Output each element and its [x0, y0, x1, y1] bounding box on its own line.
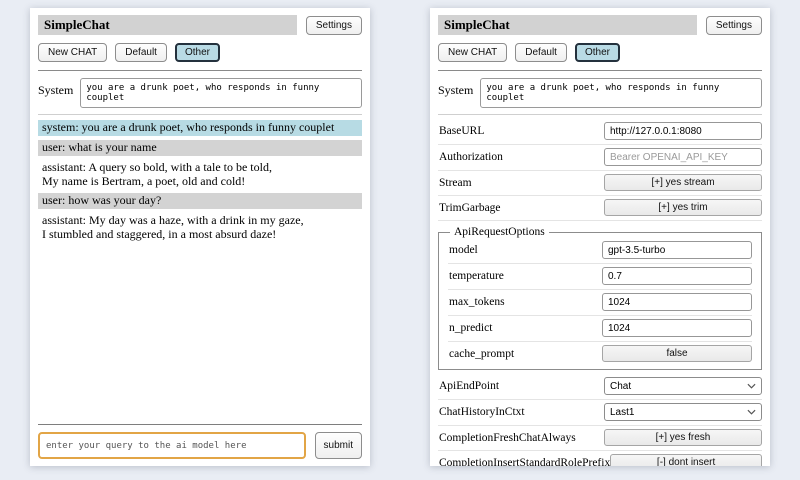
session-default-button[interactable]: Default	[115, 43, 167, 62]
session-row: New CHAT Default Other	[38, 43, 362, 62]
chat-panel: SimpleChat Settings New CHAT Default Oth…	[30, 8, 370, 466]
setting-row-stream: Stream [+] yes stream	[438, 171, 762, 196]
settings-list: BaseURL Authorization Stream [+] yes str…	[438, 119, 762, 466]
chat-message-assistant: assistant: A query so bold, with a tale …	[38, 160, 362, 190]
system-prompt-textarea[interactable]: you are a drunk poet, who responds in fu…	[480, 78, 762, 108]
chevron-down-icon	[747, 407, 756, 418]
submit-button[interactable]: submit	[315, 432, 362, 459]
setting-label: n_predict	[449, 322, 492, 334]
cache-prompt-toggle-button[interactable]: false	[602, 345, 752, 362]
model-input[interactable]	[602, 241, 752, 259]
n-predict-input[interactable]	[602, 319, 752, 337]
setting-row-model: model	[448, 238, 752, 264]
completion-fresh-toggle-button[interactable]: [+] yes fresh	[604, 429, 762, 446]
query-input[interactable]	[38, 432, 306, 459]
setting-label: cache_prompt	[449, 348, 514, 360]
system-prompt-row: System you are a drunk poet, who respond…	[438, 78, 762, 108]
fieldset-legend: ApiRequestOptions	[450, 226, 549, 238]
setting-row-completion-insert: CompletionInsertStandardRolePrefix [-] d…	[438, 451, 762, 466]
settings-button[interactable]: Settings	[706, 16, 762, 35]
settings-button[interactable]: Settings	[306, 16, 362, 35]
session-default-button[interactable]: Default	[515, 43, 567, 62]
chat-message-assistant: assistant: My day was a haze, with a dri…	[38, 213, 362, 243]
api-request-options-fieldset: ApiRequestOptions model temperature max_…	[438, 226, 762, 370]
session-other-button[interactable]: Other	[575, 43, 620, 62]
system-prompt-textarea[interactable]: you are a drunk poet, who responds in fu…	[80, 78, 362, 108]
chat-message-user: user: what is your name	[38, 140, 362, 156]
setting-row-baseurl: BaseURL	[438, 119, 762, 145]
setting-label: max_tokens	[449, 296, 505, 308]
query-bar: submit	[38, 424, 362, 459]
app-title: SimpleChat	[38, 15, 297, 35]
setting-row-temperature: temperature	[448, 264, 752, 290]
chat-messages: system: you are a drunk poet, who respon…	[38, 120, 362, 424]
baseurl-input[interactable]	[604, 122, 762, 140]
completion-insert-toggle-button[interactable]: [-] dont insert	[610, 454, 762, 466]
session-other-button[interactable]: Other	[175, 43, 220, 62]
chat-message-user: user: how was your day?	[38, 193, 362, 209]
divider	[38, 424, 362, 425]
setting-row-chat-history: ChatHistoryInCtxt Last1	[438, 400, 762, 426]
header: SimpleChat Settings	[38, 15, 362, 35]
setting-label: Stream	[439, 177, 472, 189]
setting-label: TrimGarbage	[439, 202, 501, 214]
new-chat-button[interactable]: New CHAT	[38, 43, 107, 62]
setting-row-cache-prompt: cache_prompt false	[448, 342, 752, 366]
stream-toggle-button[interactable]: [+] yes stream	[604, 174, 762, 191]
authorization-input[interactable]	[604, 148, 762, 166]
app-title: SimpleChat	[438, 15, 697, 35]
divider	[38, 70, 362, 71]
setting-label: ChatHistoryInCtxt	[439, 406, 525, 418]
setting-label: CompletionFreshChatAlways	[439, 432, 576, 444]
setting-label: ApiEndPoint	[439, 380, 499, 392]
trimgarbage-toggle-button[interactable]: [+] yes trim	[604, 199, 762, 216]
system-prompt-row: System you are a drunk poet, who respond…	[38, 78, 362, 108]
setting-row-n-predict: n_predict	[448, 316, 752, 342]
chat-history-select[interactable]: Last1	[604, 403, 762, 421]
temperature-input[interactable]	[602, 267, 752, 285]
divider	[438, 114, 762, 115]
setting-label: CompletionInsertStandardRolePrefix	[439, 457, 610, 466]
settings-panel: SimpleChat Settings New CHAT Default Oth…	[430, 8, 770, 466]
setting-row-trimgarbage: TrimGarbage [+] yes trim	[438, 196, 762, 221]
divider	[38, 114, 362, 115]
chat-message-system: system: you are a drunk poet, who respon…	[38, 120, 362, 136]
setting-row-max-tokens: max_tokens	[448, 290, 752, 316]
setting-label: BaseURL	[439, 125, 484, 137]
system-label: System	[38, 78, 73, 108]
selected-value: Chat	[610, 381, 631, 392]
system-label: System	[438, 78, 473, 108]
chevron-down-icon	[747, 381, 756, 392]
session-row: New CHAT Default Other	[438, 43, 762, 62]
setting-row-authorization: Authorization	[438, 145, 762, 171]
header: SimpleChat Settings	[438, 15, 762, 35]
setting-label: temperature	[449, 270, 504, 282]
api-endpoint-select[interactable]: Chat	[604, 377, 762, 395]
max-tokens-input[interactable]	[602, 293, 752, 311]
setting-label: Authorization	[439, 151, 503, 163]
setting-label: model	[449, 244, 478, 256]
setting-row-completion-fresh: CompletionFreshChatAlways [+] yes fresh	[438, 426, 762, 451]
new-chat-button[interactable]: New CHAT	[438, 43, 507, 62]
setting-row-api-endpoint: ApiEndPoint Chat	[438, 374, 762, 400]
selected-value: Last1	[610, 407, 634, 418]
divider	[438, 70, 762, 71]
